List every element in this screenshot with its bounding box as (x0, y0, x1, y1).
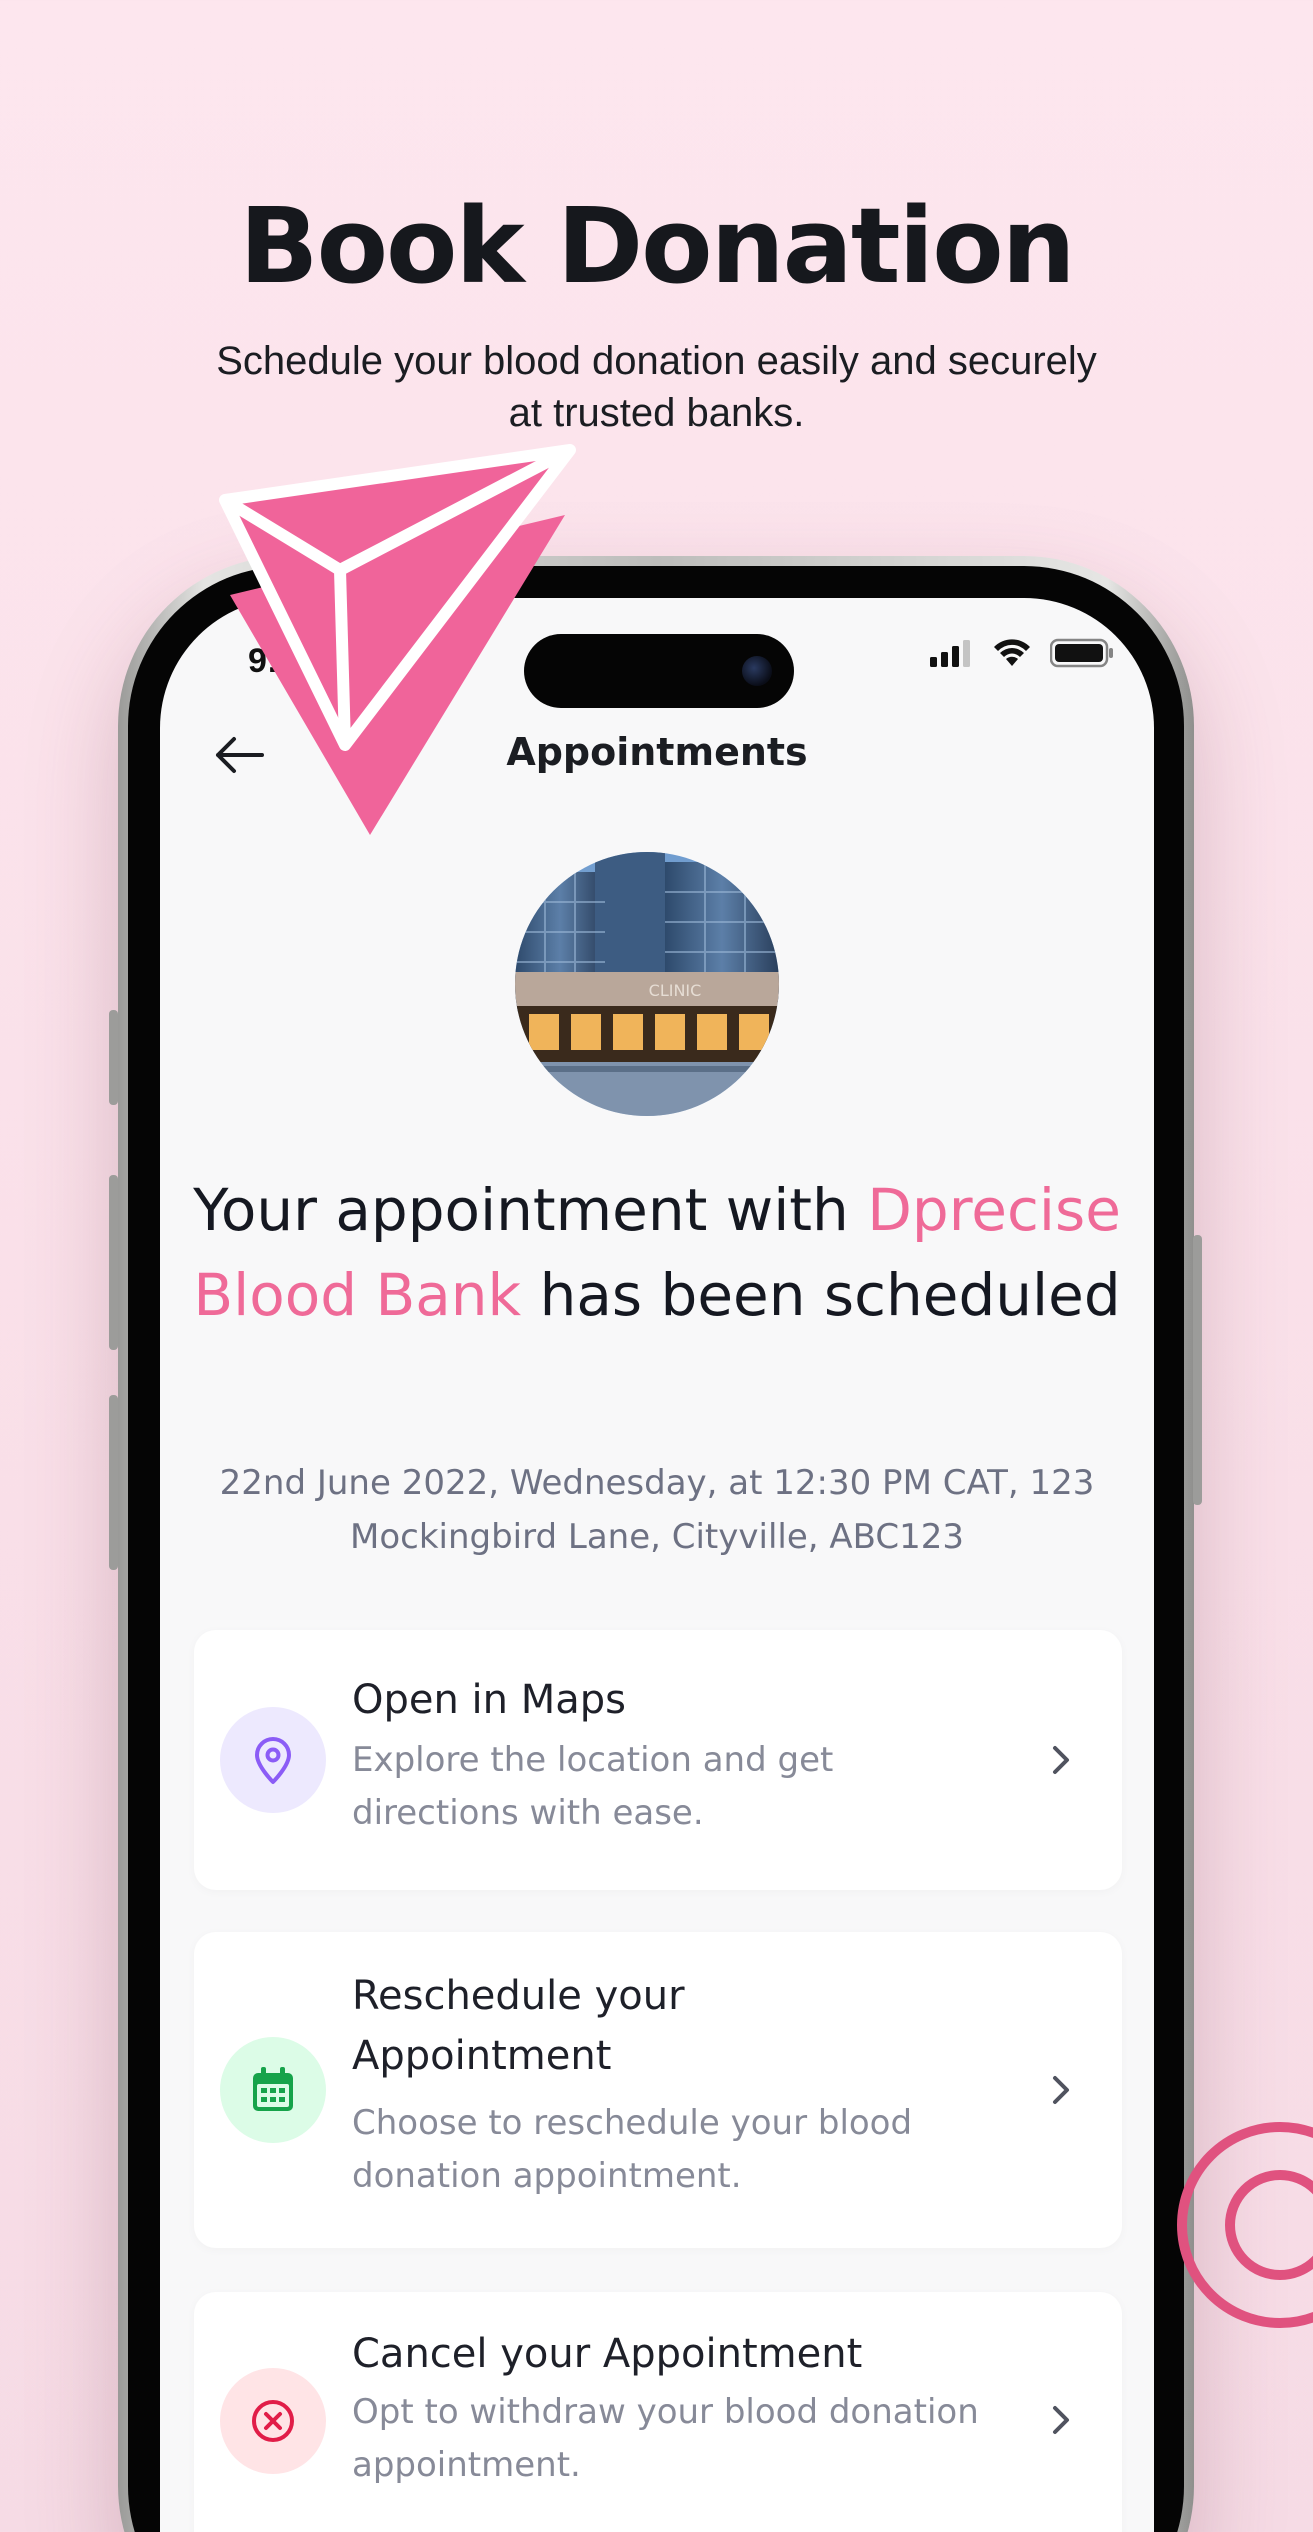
chevron-right-icon (1053, 1746, 1069, 1774)
confirmation-text-after: has been scheduled (539, 1261, 1121, 1329)
ring-decoration (1177, 2122, 1313, 2328)
card-title: Reschedule your Appointment (352, 1973, 685, 2079)
appointment-details: 22nd June 2022, Wednesday, at 12:30 PM C… (219, 1463, 1095, 1557)
reschedule-appointment-card[interactable]: Reschedule your Appointment Choose to re… (194, 1932, 1122, 2248)
wifi-icon (994, 639, 1030, 666)
chevron-right-icon (1053, 2076, 1069, 2104)
clinic-photo: CLINIC (515, 852, 779, 1116)
confirmation-message: Your appointment with Dprecise Blood Ban… (180, 1168, 1134, 1338)
clinic-sign-text: CLINIC (649, 981, 702, 1000)
phone-action-button (109, 1010, 118, 1105)
calendar-icon-container (220, 2037, 326, 2143)
camera-lens-icon (742, 656, 772, 686)
battery-icon (1050, 638, 1113, 668)
open-in-maps-card[interactable]: Open in Maps Explore the location and ge… (194, 1630, 1122, 1890)
promo-headline: Book Donation (239, 185, 1075, 307)
status-icons (930, 638, 1114, 668)
phone-volume-up-button (109, 1175, 118, 1350)
card-title: Open in Maps (352, 1677, 626, 1723)
card-description: Explore the location and get directions … (352, 1740, 834, 1833)
calendar-icon (253, 2067, 293, 2111)
cancel-appointment-card[interactable]: Cancel your Appointment Opt to withdraw … (194, 2292, 1122, 2532)
paper-plane-decoration (219, 444, 576, 835)
cancel-icon-container (220, 2368, 326, 2474)
phone-volume-down-button (109, 1395, 118, 1570)
cellular-signal-icon (930, 640, 970, 667)
confirmation-text-before: Your appointment with (193, 1176, 849, 1244)
card-title: Cancel your Appointment (352, 2331, 863, 2377)
map-pin-icon-container (220, 1707, 326, 1813)
phone-power-button (1193, 1235, 1202, 1505)
card-description: Opt to withdraw your blood donation appo… (352, 2392, 979, 2485)
map-pin-icon (255, 1737, 291, 1784)
chevron-right-icon (1053, 2406, 1069, 2434)
cancel-circle-icon (252, 2400, 294, 2442)
promo-subline: Schedule your blood donation easily and … (216, 339, 1097, 435)
card-description: Choose to reschedule your blood donation… (352, 2103, 913, 2196)
app-screen: 9:41 Appointments (160, 598, 1154, 2532)
